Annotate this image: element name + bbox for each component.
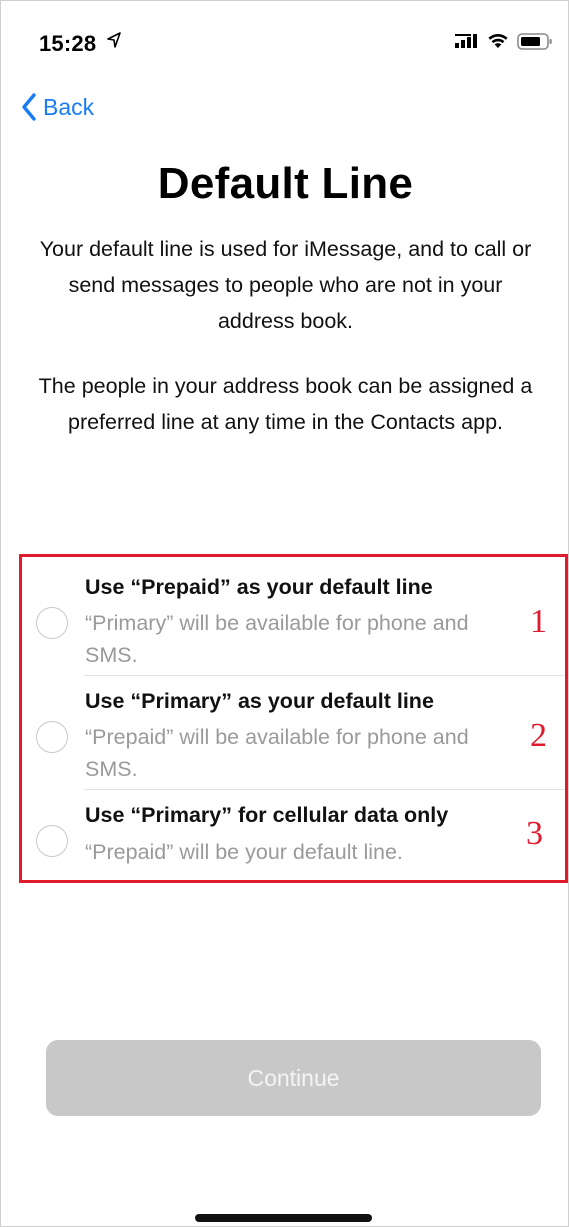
option-title: Use “Primary” as your default line <box>85 689 434 713</box>
divider <box>84 675 565 676</box>
option-title: Use “Primary” for cellular data only <box>85 803 449 827</box>
status-bar: 15:28 <box>1 1 569 81</box>
option-primary-data-only[interactable]: Use “Primary” for cellular data only “Pr… <box>22 795 565 883</box>
intro-paragraph-2: The people in your address book can be a… <box>38 374 533 434</box>
radio-button[interactable] <box>36 721 68 753</box>
annotation-number: 2 <box>530 717 547 754</box>
option-primary-default[interactable]: Use “Primary” as your default line “Prep… <box>22 681 565 791</box>
annotation-number: 1 <box>530 603 547 640</box>
continue-label: Continue <box>247 1064 340 1091</box>
radio-button[interactable] <box>36 607 68 639</box>
option-prepaid-default[interactable]: Use “Prepaid” as your default line “Prim… <box>22 567 565 677</box>
default-line-options: Use “Prepaid” as your default line “Prim… <box>19 554 568 883</box>
option-title: Use “Prepaid” as your default line <box>85 575 433 599</box>
continue-button[interactable]: Continue <box>46 1040 541 1116</box>
option-subtitle: “Prepaid” will be your default line. <box>85 840 403 864</box>
annotation-number: 3 <box>526 815 543 852</box>
status-time: 15:28 <box>39 31 97 56</box>
radio-button[interactable] <box>36 825 68 857</box>
intro-paragraph-1: Your default line is used for iMessage, … <box>39 237 532 333</box>
option-subtitle: “Prepaid” will be available for phone an… <box>85 725 469 781</box>
wifi-icon <box>488 33 508 48</box>
signal-icon <box>455 34 477 48</box>
location-arrow-icon <box>107 32 121 48</box>
page-title: Default Line <box>157 159 414 208</box>
battery-icon <box>517 33 552 50</box>
back-button[interactable]: Back <box>21 89 94 125</box>
home-indicator <box>195 1214 372 1222</box>
chevron-left-icon <box>22 93 36 121</box>
back-label: Back <box>43 93 95 120</box>
option-subtitle: “Primary” will be available for phone an… <box>85 611 469 667</box>
screen-frame: 15:28 Back Default Line Your default lin <box>0 0 569 1227</box>
divider <box>84 789 565 790</box>
